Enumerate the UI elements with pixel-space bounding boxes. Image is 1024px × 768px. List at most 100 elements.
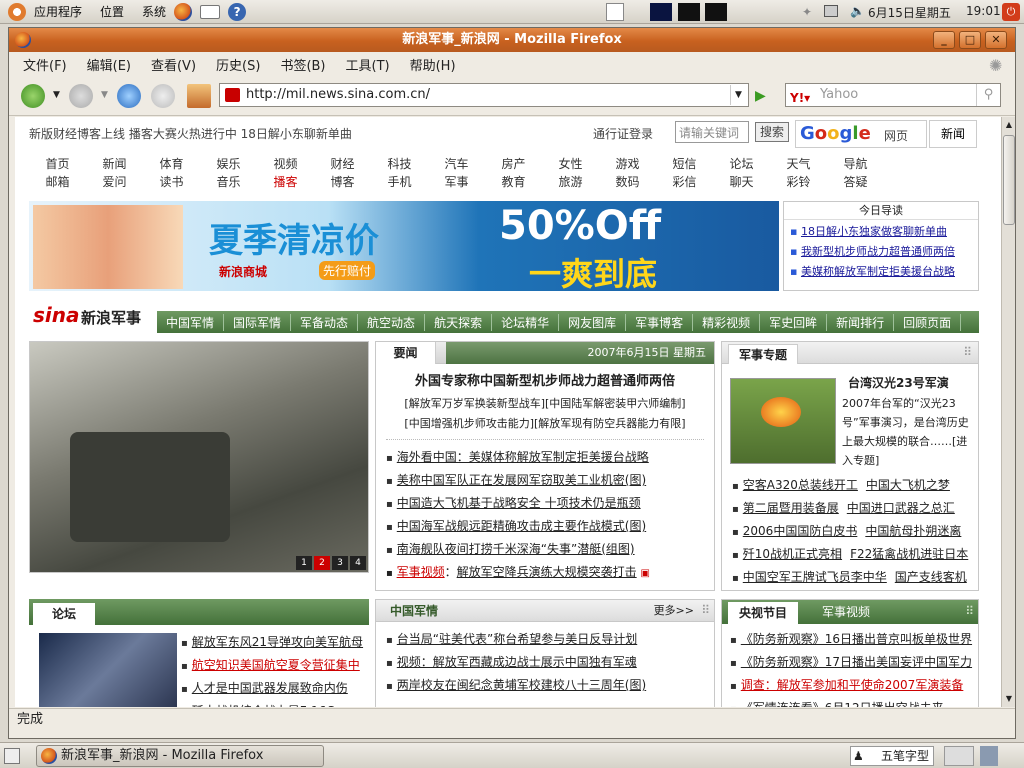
channel-link[interactable]: 博客 <box>314 173 371 191</box>
section-nav-link[interactable]: 网友图库 <box>559 313 627 331</box>
channel-link[interactable]: 爱问 <box>86 173 143 191</box>
section-nav-link[interactable]: 军史回眸 <box>760 313 828 331</box>
china-military-item[interactable]: 台当局“驻美代表”称台希望参与美日反导计划 <box>386 628 714 651</box>
keyword-search-button[interactable]: 搜索 <box>755 122 789 142</box>
news-link[interactable]: 中国造大飞机基于战略安全 十项技术仍是瓶颈 <box>397 496 641 510</box>
section-nav-link[interactable]: 精彩视频 <box>693 313 761 331</box>
channel-link[interactable]: 汽车 <box>428 155 485 173</box>
topic-link[interactable]: 中国大飞机之梦 <box>866 478 950 492</box>
search-box[interactable]: Y!▾ Yahoo ⚲ <box>785 83 1001 107</box>
channel-link[interactable]: 财经 <box>314 155 371 173</box>
headline-photo[interactable]: 1234 <box>29 341 369 573</box>
topic-row[interactable]: 空客A320总装线开工中国大飞机之梦 <box>732 474 976 497</box>
menu-file[interactable]: 文件(F) <box>23 55 67 74</box>
ubuntu-logo-icon[interactable] <box>8 2 26 21</box>
forum-item[interactable]: 解放军东风21导弹攻向美军航母 <box>181 631 367 654</box>
panel-menu-system[interactable]: 系统 <box>142 3 166 20</box>
reload-icon[interactable] <box>117 84 141 108</box>
topic-link[interactable]: 空客A320总装线开工 <box>743 478 858 492</box>
back-icon[interactable] <box>21 84 45 108</box>
topic-link[interactable]: 2006中国国防白皮书 <box>743 524 858 538</box>
section-nav-link[interactable]: 中国军情 <box>157 313 225 331</box>
photo-page-button[interactable]: 2 <box>314 556 330 570</box>
firefox-launcher-icon[interactable] <box>174 2 193 21</box>
show-desktop-button-icon[interactable] <box>4 748 20 764</box>
today-item-2[interactable]: ▪ 我新型机步师战力超普通师两倍 <box>790 242 972 262</box>
top-headline-links[interactable]: 新版财经博客上线 播客大赛火热进行中 18日解小东聊新单曲 <box>29 127 352 141</box>
channel-link[interactable]: 首页 <box>29 155 86 173</box>
news-link[interactable]: 美称中国军队正在发展网军窃取美工业机密(图) <box>397 473 646 487</box>
news-link[interactable]: 视频：解放军西藏成边战士展示中国独有军魂 <box>397 655 637 669</box>
tray-firefox-icon[interactable] <box>944 746 974 766</box>
channel-link[interactable]: 音乐 <box>200 173 257 191</box>
channel-link[interactable]: 手机 <box>371 173 428 191</box>
go-icon[interactable]: ▶ <box>755 88 766 104</box>
panel-menu-applications[interactable]: 应用程序 <box>34 3 82 20</box>
section-nav-link[interactable]: 军事博客 <box>626 313 694 331</box>
search-magnifier-icon[interactable]: ⚲ <box>976 84 1000 106</box>
network-tray-icon[interactable] <box>824 5 838 17</box>
scroll-up-icon[interactable]: ▲ <box>1003 119 1015 131</box>
cctv-link[interactable]: 《防务新观察》16日播出普京叫板单极世界 <box>741 632 972 646</box>
today-item-1[interactable]: ▪ 18日解小东独家做客聊新单曲 <box>790 222 972 242</box>
forward-history-chevron-icon[interactable]: ▼ <box>101 90 108 100</box>
news-item[interactable]: 南海舰队夜间打捞千米深海“失事”潜艇(组图) <box>386 538 714 561</box>
channel-link[interactable]: 房产 <box>485 155 542 173</box>
news-link[interactable]: 台当局“驻美代表”称台希望参与美日反导计划 <box>397 632 637 646</box>
channel-link[interactable]: 娱乐 <box>200 155 257 173</box>
trash-icon[interactable] <box>980 746 998 766</box>
close-button[interactable]: ✕ <box>985 31 1007 49</box>
channel-link[interactable]: 教育 <box>485 173 542 191</box>
news-link[interactable]: 两岸校友在闽纪念黄埔军校建校八十三周年(图) <box>397 678 646 692</box>
cctv-item[interactable]: 《防务新观察》16日播出普京叫板单极世界 <box>730 628 978 651</box>
url-bar[interactable]: http://mil.news.sina.com.cn/ ▼ <box>219 83 749 107</box>
topic-row[interactable]: 中国空军王牌试飞员李中华国产支线客机 <box>732 566 976 589</box>
topic-feature-text[interactable]: 2007年台军的“汉光23号”军事演习，是台湾历史上最大规模的联合……[进入专题… <box>842 394 974 470</box>
channel-link[interactable]: 体育 <box>143 155 200 173</box>
news-item[interactable]: 海外看中国：美媒体称解放军制定拒美援台战略 <box>386 446 714 469</box>
forum-item[interactable]: 歼十战机综合战力是F-16C <box>181 700 367 707</box>
channel-link[interactable]: 邮箱 <box>29 173 86 191</box>
topic-link[interactable]: 中国进口武器之总汇 <box>847 501 955 515</box>
channel-link[interactable]: 导航 <box>827 155 884 173</box>
menu-tools[interactable]: 工具(T) <box>346 55 390 74</box>
back-history-chevron-icon[interactable]: ▼ <box>53 90 60 100</box>
keyword-input[interactable]: 请输关键词 <box>675 121 749 143</box>
news-item[interactable]: 中国海军战舰远距精确攻击成主要作战模式(图) <box>386 515 714 538</box>
section-nav-link[interactable]: 航天探索 <box>425 313 493 331</box>
topic-row[interactable]: 2006中国国防白皮书中国航母扑朔迷离 <box>732 520 976 543</box>
forward-icon[interactable] <box>69 84 93 108</box>
news-link[interactable]: 海外看中国：美媒体称解放军制定拒美援台战略 <box>397 450 649 464</box>
ad-banner[interactable]: 夏季清凉价 新浪商城 先行赔付 50%Off 一爽到底 <box>29 201 779 291</box>
menu-bookmarks[interactable]: 书签(B) <box>280 55 325 74</box>
cctv-tab-videos[interactable]: 军事视频 <box>822 600 870 624</box>
section-nav-link[interactable]: 国际军情 <box>224 313 292 331</box>
scroll-thumb[interactable] <box>1003 135 1015 225</box>
mail-launcher-icon[interactable] <box>200 4 221 19</box>
scroll-down-icon[interactable]: ▼ <box>1003 693 1015 705</box>
topic-link[interactable]: 中国航母扑朔迷离 <box>865 524 961 538</box>
photo-page-button[interactable]: 3 <box>332 556 348 570</box>
cctv-link[interactable]: 《防务新观察》17日播出美国妄评中国军力 <box>741 655 972 669</box>
show-desktop-icon[interactable] <box>606 3 624 21</box>
section-nav-link[interactable]: 论坛精华 <box>492 313 560 331</box>
channel-link[interactable]: 军事 <box>428 173 485 191</box>
volume-icon[interactable]: 🔈 <box>850 4 865 18</box>
yahoo-engine-icon[interactable]: Y!▾ <box>790 87 810 109</box>
top-news-sub-1[interactable]: [解放军万岁军换装新型战车][中国陆军解密装甲六师编制] <box>376 395 714 411</box>
news-item[interactable]: 美称中国军队正在发展网军窃取美工业机密(图) <box>386 469 714 492</box>
channel-link[interactable]: 彩信 <box>656 173 713 191</box>
video-news-item[interactable]: ▪ 军事视频：解放军空降兵演练大规模突袭打击 ▣ <box>376 561 714 584</box>
cctv-tab-programs[interactable]: 央视节目 <box>728 602 798 624</box>
cctv-item[interactable]: 《军情连连看》6月12日播出空战未来 <box>730 697 978 707</box>
maximize-button[interactable]: □ <box>959 31 981 49</box>
channel-link[interactable]: 天气 <box>770 155 827 173</box>
channel-link[interactable]: 游戏 <box>599 155 656 173</box>
vertical-scrollbar[interactable]: ▲ ▼ <box>1001 117 1015 707</box>
topic-link[interactable]: 歼10战机正式亮相 <box>743 547 842 561</box>
forum-image[interactable] <box>39 633 177 707</box>
minimize-button[interactable]: _ <box>933 31 955 49</box>
topic-row[interactable]: 歼10战机正式亮相 F22猛禽战机进驻日本 <box>732 543 976 566</box>
today-item-3[interactable]: ▪ 美媒称解放军制定拒美援台战略 <box>790 262 972 282</box>
clock-time[interactable]: 19:01 <box>966 4 1001 18</box>
